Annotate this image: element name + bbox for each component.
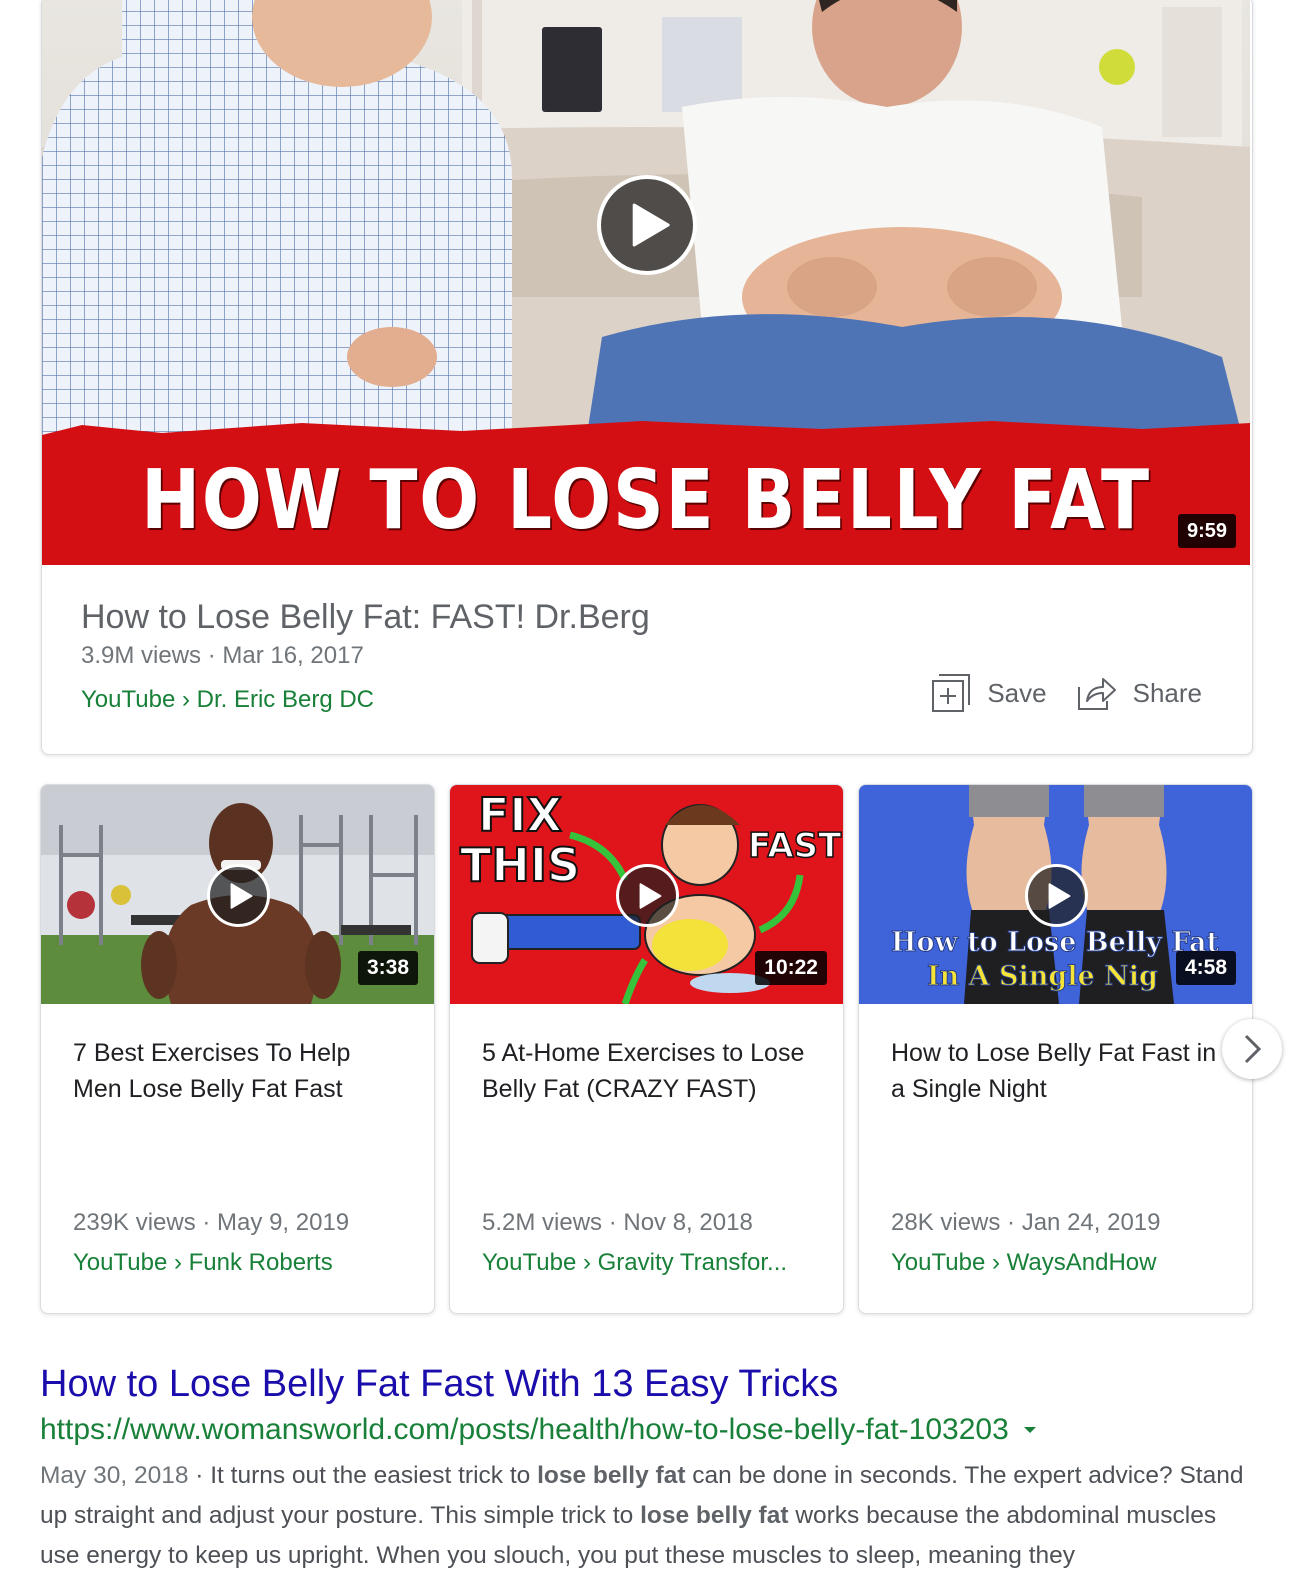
result-date: May 30, 2018 xyxy=(40,1462,189,1489)
thumb-text-line1: How to Lose Belly Fat xyxy=(891,927,1220,958)
video-card[interactable]: FIX THIS FAST 10:22 5 At-Home Exercises … xyxy=(449,784,844,1314)
video-title[interactable]: How to Lose Belly Fat Fast in a Single N… xyxy=(891,1035,1221,1107)
share-label: Share xyxy=(1132,677,1202,708)
thumbnail-title-text: HOW TO LOSE BELLY FAT xyxy=(141,453,1151,548)
featured-video-actions: Save Share xyxy=(903,673,1202,713)
thumb-text-line2: In A Single Nig xyxy=(927,961,1158,992)
search-result: How to Lose Belly Fat Fast With 13 Easy … xyxy=(40,1360,1260,1576)
play-button[interactable] xyxy=(616,864,679,927)
snippet-highlight: lose belly fat xyxy=(537,1462,686,1489)
play-button[interactable] xyxy=(597,175,697,275)
video-meta: 239K views · May 9, 2019 xyxy=(73,1209,350,1236)
featured-video-meta: 3.9M views · Mar 16, 2017 xyxy=(81,642,364,669)
video-duration-badge: 10:22 xyxy=(755,951,827,985)
play-button[interactable] xyxy=(207,864,270,927)
featured-video-thumbnail[interactable]: HOW TO LOSE BELLY FAT 9:59 xyxy=(42,0,1250,565)
video-duration-badge: 3:38 xyxy=(357,951,418,985)
play-icon xyxy=(1048,882,1070,909)
share-icon xyxy=(1077,678,1116,710)
result-url[interactable]: https://www.womansworld.com/posts/health… xyxy=(40,1410,1009,1450)
video-meta-block: 5.2M views · Nov 8, 2018 YouTube › Gravi… xyxy=(482,1208,787,1278)
video-source[interactable]: YouTube › Gravity Transfor... xyxy=(482,1248,787,1278)
video-duration-badge: 9:59 xyxy=(1177,514,1236,548)
result-title-link[interactable]: How to Lose Belly Fat Fast With 13 Easy … xyxy=(40,1360,1260,1408)
thumb-text-fix: FIX xyxy=(478,788,562,842)
caret-down-icon[interactable] xyxy=(1023,1425,1037,1435)
video-card[interactable]: 3:38 7 Best Exercises To Help Men Lose B… xyxy=(40,784,435,1314)
share-button[interactable]: Share xyxy=(1075,675,1202,711)
video-thumbnail[interactable]: FIX THIS FAST 10:22 xyxy=(450,785,843,1004)
save-label: Save xyxy=(987,677,1047,708)
featured-video-card[interactable]: HOW TO LOSE BELLY FAT 9:59 How to Lose B… xyxy=(41,0,1253,755)
play-icon xyxy=(230,882,252,909)
save-button[interactable]: Save xyxy=(931,673,1047,713)
thumb-text-fast: FAST xyxy=(748,826,842,866)
video-meta: 28K views · Jan 24, 2019 xyxy=(891,1209,1161,1236)
video-title[interactable]: 7 Best Exercises To Help Men Lose Belly … xyxy=(73,1035,403,1107)
snippet-text: · It turns out the easiest trick to xyxy=(188,1462,538,1489)
thumb-text-this: THIS xyxy=(460,838,580,892)
result-snippet: May 30, 2018 · It turns out the easiest … xyxy=(40,1456,1260,1576)
video-title[interactable]: 5 At-Home Exercises to Lose Belly Fat (C… xyxy=(482,1035,812,1107)
video-thumbnail[interactable]: How to Lose Belly Fat In A Single Nig 4:… xyxy=(859,785,1252,1004)
video-meta-block: 28K views · Jan 24, 2019 YouTube › WaysA… xyxy=(891,1208,1161,1278)
video-duration-badge: 4:58 xyxy=(1175,951,1236,985)
video-source[interactable]: YouTube › WaysAndHow xyxy=(891,1248,1161,1278)
play-button[interactable] xyxy=(1025,864,1088,927)
chevron-right-icon xyxy=(1244,1034,1262,1064)
carousel-next-button[interactable] xyxy=(1222,1019,1282,1079)
video-meta-block: 239K views · May 9, 2019 YouTube › Funk … xyxy=(73,1208,349,1278)
video-card[interactable]: How to Lose Belly Fat In A Single Nig 4:… xyxy=(858,784,1253,1314)
video-thumbnail[interactable]: 3:38 xyxy=(41,785,434,1004)
play-icon xyxy=(639,882,661,909)
video-meta: 5.2M views · Nov 8, 2018 xyxy=(482,1209,753,1236)
snippet-highlight: lose belly fat xyxy=(640,1502,789,1529)
save-icon xyxy=(932,674,971,712)
play-icon xyxy=(632,203,670,247)
video-source[interactable]: YouTube › Funk Roberts xyxy=(73,1248,349,1278)
result-url-row: https://www.womansworld.com/posts/health… xyxy=(40,1410,1260,1450)
featured-video-title[interactable]: How to Lose Belly Fat: FAST! Dr.Berg xyxy=(81,597,1221,637)
